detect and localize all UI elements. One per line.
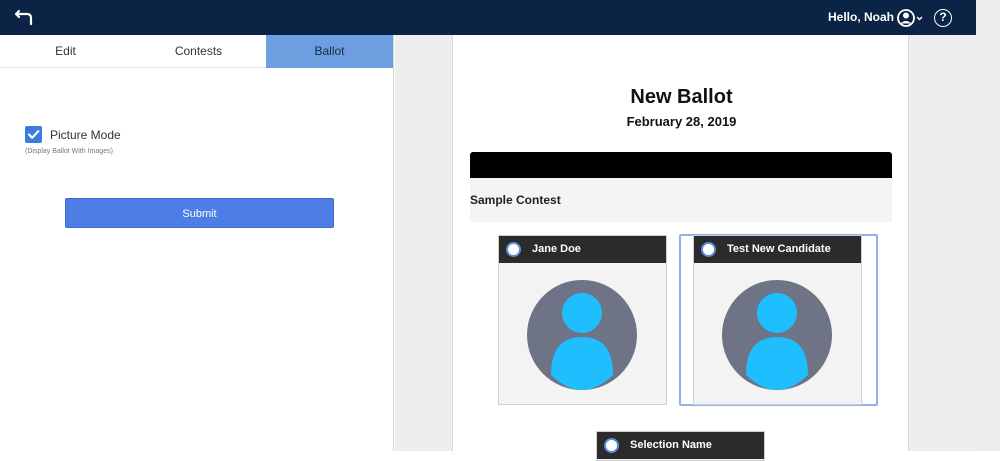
user-menu-button[interactable]: [897, 8, 925, 28]
settings-panel: Edit Contests Ballot Picture Mode (Displ…: [0, 35, 394, 451]
candidate-name: Test New Candidate: [727, 243, 831, 255]
user-circle-icon: [897, 9, 923, 27]
top-bar: Hello, Noah ?: [0, 0, 976, 35]
candidate-name: Selection Name: [630, 439, 712, 451]
picture-mode-checkbox[interactable]: [25, 126, 42, 143]
submit-button[interactable]: Submit: [65, 198, 334, 228]
candidate-name: Jane Doe: [532, 243, 581, 255]
ballot-header-bar: [470, 152, 892, 178]
candidate-card[interactable]: Selection Name: [596, 431, 765, 461]
checkmark-icon: [27, 130, 40, 139]
candidate-card-header[interactable]: Selection Name: [597, 432, 764, 459]
ballot-title: New Ballot: [630, 86, 733, 108]
candidate-card[interactable]: Jane Doe: [498, 235, 667, 405]
picture-mode-label: Picture Mode: [50, 128, 121, 142]
tab-bar: Edit Contests Ballot: [0, 35, 393, 68]
contest-header: Sample Contest: [470, 178, 892, 222]
candidate-radio[interactable]: [701, 242, 716, 257]
candidate-card-header[interactable]: Jane Doe: [499, 236, 666, 263]
back-arrow-icon[interactable]: [14, 8, 36, 28]
candidate-radio[interactable]: [506, 242, 521, 257]
tab-contests[interactable]: Contests: [131, 35, 266, 68]
tab-edit[interactable]: Edit: [0, 35, 131, 68]
window-edge: [976, 0, 1000, 451]
user-greeting: Hello, Noah: [828, 10, 895, 24]
tab-ballot[interactable]: Ballot: [266, 35, 393, 68]
avatar-placeholder-icon: [527, 280, 637, 390]
avatar-placeholder-icon: [722, 280, 832, 390]
candidate-card-header[interactable]: Test New Candidate: [694, 236, 861, 263]
contest-title: Sample Contest: [470, 193, 561, 207]
chevron-down-icon: [916, 16, 923, 21]
ballot-date: February 28, 2019: [626, 114, 737, 129]
help-icon[interactable]: ?: [934, 9, 952, 27]
candidate-card[interactable]: Test New Candidate: [693, 235, 862, 405]
picture-mode-hint: (Display Ballot With Images): [25, 148, 113, 155]
